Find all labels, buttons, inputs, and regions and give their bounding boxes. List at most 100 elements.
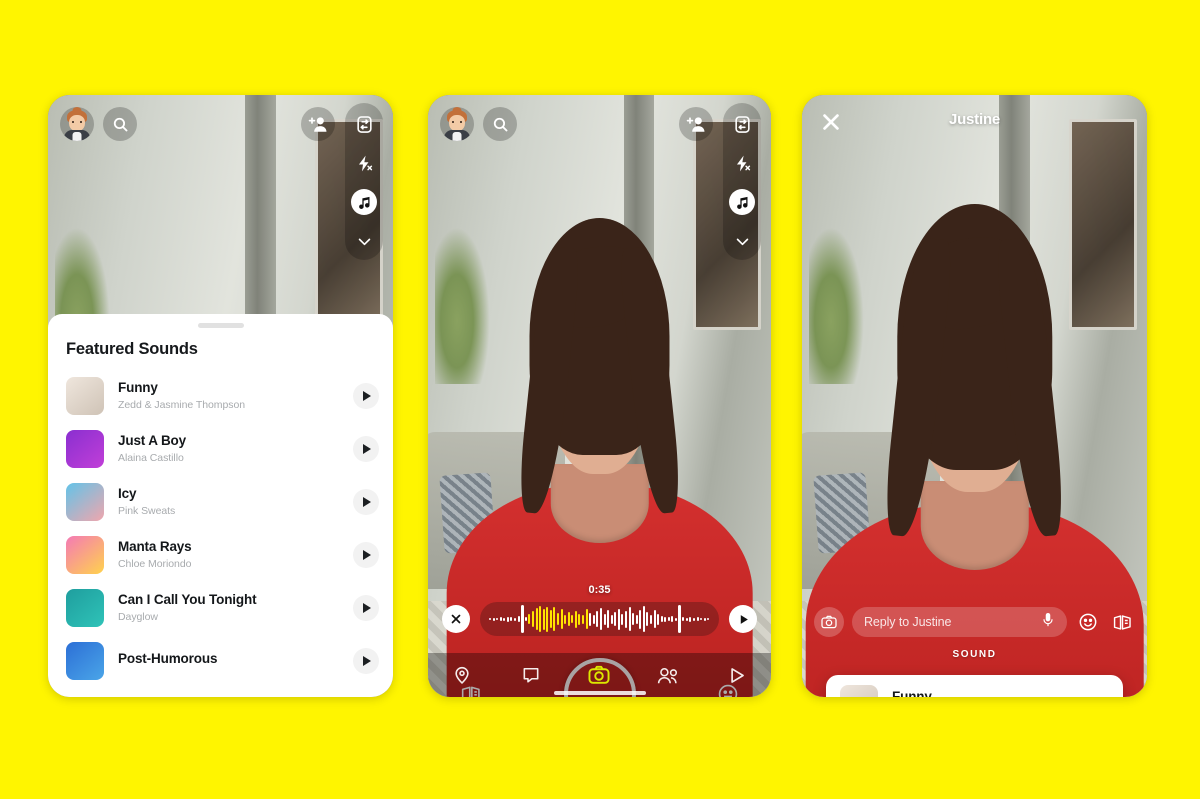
waveform-bar — [528, 614, 531, 624]
reply-input[interactable]: Reply to Justine — [852, 607, 1067, 637]
house-plant — [808, 227, 865, 384]
play-icon[interactable] — [353, 594, 379, 621]
track-name: Funny — [892, 688, 932, 697]
flash-off-icon[interactable] — [351, 150, 377, 176]
music-note-icon[interactable] — [351, 189, 377, 215]
flash-off-icon[interactable] — [729, 150, 755, 176]
map-pin-icon[interactable] — [445, 660, 479, 690]
microphone-icon[interactable] — [1041, 612, 1055, 633]
cards-stack-icon[interactable] — [1109, 609, 1135, 635]
bitmoji-avatar-icon[interactable] — [440, 107, 474, 141]
waveform-bar — [639, 609, 642, 629]
track-artist: Chloe Moriondo — [118, 557, 192, 570]
waveform-bar — [607, 610, 610, 628]
track-name: Manta Rays — [118, 539, 192, 555]
waveform-bar — [596, 611, 599, 627]
list-item[interactable]: Icy Pink Sweats — [48, 475, 393, 528]
audio-trimmer — [442, 600, 757, 638]
waveform-bar — [610, 614, 613, 624]
sound-track-list: Funny Zedd & Jasmine Thompson Just A Boy Al… — [48, 369, 393, 687]
play-icon[interactable] — [353, 382, 379, 409]
list-item[interactable]: Just A Boy Alaina Castillo — [48, 422, 393, 475]
add-friend-icon[interactable] — [679, 107, 713, 141]
music-note-icon[interactable] — [729, 189, 755, 215]
search-icon[interactable] — [483, 107, 517, 141]
track-artist: Pink Sweats — [118, 504, 176, 517]
play-icon[interactable] — [353, 541, 379, 568]
waveform-bar — [492, 617, 495, 621]
waveform-bar — [632, 613, 635, 625]
bitmoji-avatar-icon[interactable] — [60, 107, 94, 141]
waveform-bar — [617, 608, 620, 630]
track-meta: Funny Zedd & Jasmine Thompson — [878, 689, 1109, 697]
waveform-bar — [560, 609, 563, 629]
waveform-bar — [650, 614, 653, 624]
waveform-bar — [574, 610, 577, 628]
audio-waveform[interactable] — [480, 602, 719, 636]
list-item[interactable]: Post-Humorous — [48, 634, 393, 687]
add-friend-icon[interactable] — [301, 107, 335, 141]
list-item[interactable]: Funny Zedd & Jasmine Thompson — [48, 369, 393, 422]
album-art — [66, 588, 104, 627]
album-art — [66, 376, 104, 415]
yellow-canvas: Featured Sounds Funny Zedd & Jasmine Thom… — [0, 0, 1200, 799]
camera-icon[interactable] — [814, 607, 844, 637]
camera-icon[interactable] — [582, 660, 616, 690]
cancel-audio-button[interactable] — [442, 605, 470, 633]
phone-2-audio-trimmer: 0:35 — [428, 95, 771, 697]
waveform-bar — [506, 616, 509, 622]
play-icon[interactable] — [353, 647, 379, 674]
track-artist: Alaina Castillo — [118, 451, 184, 464]
preview-audio-button[interactable] — [729, 605, 757, 633]
reply-placeholder: Reply to Justine — [864, 615, 952, 629]
snap-header: Justine — [802, 95, 1147, 149]
flip-camera-icon[interactable] — [351, 111, 377, 137]
person-neckline — [550, 464, 649, 544]
avatar-eye-right — [460, 121, 462, 123]
track-name: Funny — [118, 380, 158, 396]
audio-duration-label: 0:35 — [588, 584, 611, 596]
avatar-face — [449, 115, 465, 131]
waveform-bar — [514, 617, 517, 621]
waveform-bar — [542, 608, 545, 630]
sheet-title: Featured Sounds — [66, 340, 198, 358]
waveform-bars — [480, 602, 719, 636]
reply-bar: Reply to Justine — [814, 606, 1135, 638]
trim-handle-right[interactable] — [678, 605, 682, 633]
camera-tool-column — [345, 103, 383, 260]
sound-section-label: SOUND — [952, 649, 997, 660]
discover-play-icon[interactable] — [720, 660, 754, 690]
featured-sounds-sheet: Featured Sounds Funny Zedd & Jasmine Thom… — [48, 314, 393, 697]
search-icon[interactable] — [103, 107, 137, 141]
avatar-eye-left — [452, 121, 454, 123]
waveform-bar — [531, 611, 534, 627]
waveform-bar — [692, 617, 695, 621]
friends-icon[interactable] — [651, 660, 685, 690]
waveform-bar — [642, 606, 645, 632]
emoji-icon[interactable] — [1075, 609, 1101, 635]
waveform-bar — [689, 616, 692, 622]
trim-handle-left[interactable] — [520, 605, 524, 633]
waveform-bar — [700, 618, 703, 620]
sound-card-track[interactable]: Funny Zedd & Jasmine Thompson — [826, 675, 1123, 697]
track-artist: Dayglow — [118, 610, 158, 623]
chevron-down-icon[interactable] — [351, 228, 377, 254]
chevron-down-icon[interactable] — [729, 228, 755, 254]
list-item[interactable]: Manta Rays Chloe Moriondo — [48, 528, 393, 581]
phone-1-featured-sounds: Featured Sounds Funny Zedd & Jasmine Thom… — [48, 95, 393, 697]
waveform-bar — [524, 617, 527, 621]
play-icon[interactable] — [353, 488, 379, 515]
waveform-bar — [657, 613, 660, 625]
waveform-bar — [685, 617, 688, 621]
waveform-bar — [660, 616, 663, 622]
waveform-bar — [567, 612, 570, 626]
home-indicator — [553, 691, 646, 695]
play-icon[interactable] — [353, 435, 379, 462]
track-name: Just A Boy — [118, 433, 187, 449]
waveform-bar — [546, 606, 549, 632]
list-item[interactable]: Can I Call You Tonight Dayglow — [48, 581, 393, 634]
flip-camera-icon[interactable] — [729, 111, 755, 137]
chat-icon[interactable] — [514, 660, 548, 690]
waveform-bar — [539, 606, 542, 632]
track-meta: Funny Zedd & Jasmine Thompson — [104, 380, 353, 411]
